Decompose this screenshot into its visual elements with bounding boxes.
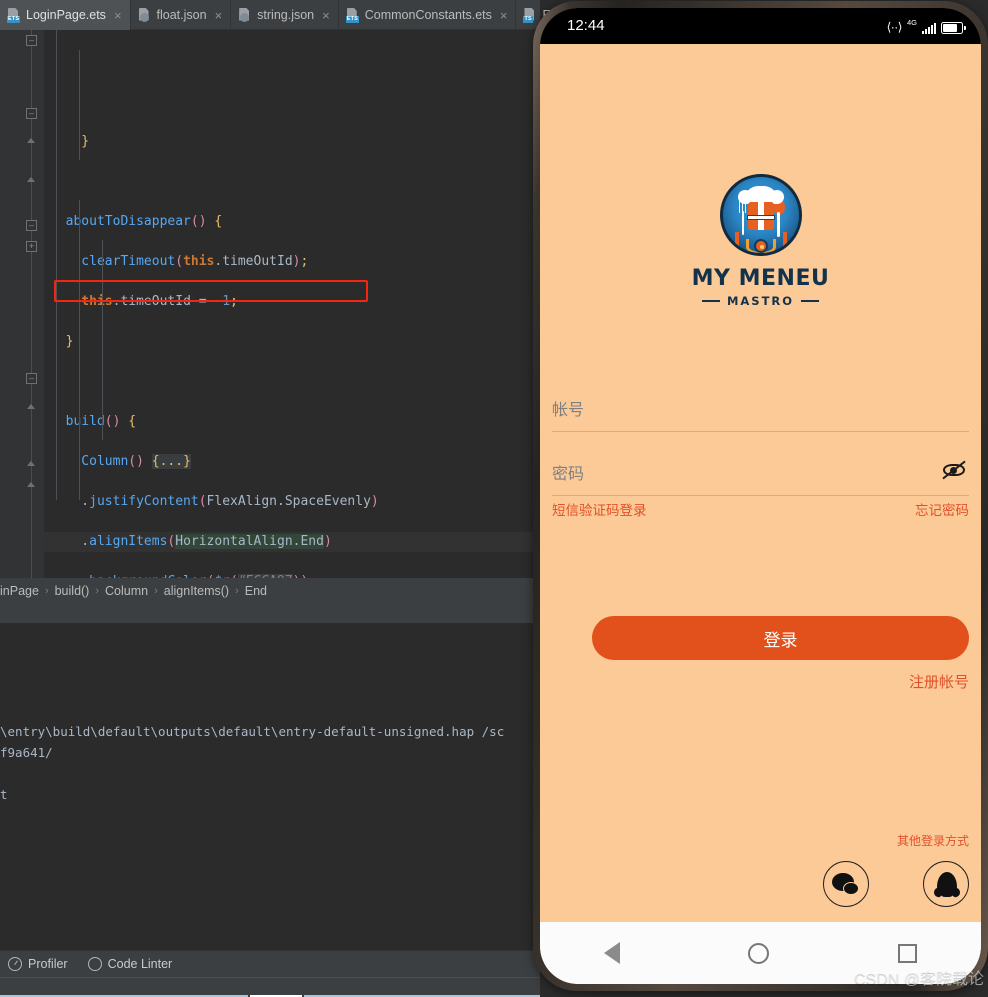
app-logo-subtitle: MASTRO [701, 294, 820, 308]
account-input[interactable]: 帐号 [552, 384, 969, 432]
password-input-placeholder: 密码 [552, 465, 585, 483]
fold-end-marker[interactable] [26, 401, 37, 412]
fork-icon [738, 201, 747, 235]
login-page: MY MENEU MASTRO 帐号 密码 短信验证码登录 忘记密码 登录 注册… [540, 44, 981, 944]
ide-status-bar: Profiler Code Linter [0, 950, 540, 997]
console-toolbar [0, 603, 540, 623]
profiler-icon [8, 956, 22, 971]
editor-tab-float-json[interactable]: float.json × [131, 0, 232, 30]
code-editor[interactable]: – – – + – } aboutToDisappear() { clearTi… [0, 30, 540, 578]
status-time: 12:44 [567, 17, 605, 34]
breadcrumb-item-alignitems[interactable]: alignItems() [164, 584, 229, 598]
phone-frame: 12:44 ⟨··⟩ 4G MY MENEU MASTRO 帐号 密码 短信验证… [533, 1, 988, 991]
password-input[interactable]: 密码 [552, 448, 969, 496]
close-icon[interactable]: × [215, 8, 223, 23]
status-item-profiler[interactable]: Profiler [8, 956, 68, 971]
login-button[interactable]: 登录 [592, 616, 969, 660]
auth-links-row: 短信验证码登录 忘记密码 [552, 499, 969, 519]
editor-tab-label: CommonConstants.ets [364, 8, 492, 22]
device-preview: 12:44 ⟨··⟩ 4G MY MENEU MASTRO 帐号 密码 短信验证… [533, 0, 988, 997]
code-linter-icon [87, 956, 102, 971]
circle-home-icon[interactable] [748, 942, 770, 964]
fold-marker[interactable]: – [26, 373, 37, 384]
app-logo-title: MY MENEU [691, 266, 830, 291]
status-item-code-linter[interactable]: Code Linter [87, 956, 173, 971]
ets-file-icon: ETS [7, 7, 21, 23]
breadcrumb-item-column[interactable]: Column [105, 584, 148, 598]
wechat-login-button[interactable] [823, 861, 869, 907]
chef-logo-icon [719, 174, 802, 256]
app-logo-subtitle-text: MASTRO [726, 294, 795, 308]
fold-marker[interactable]: – [26, 108, 37, 119]
fold-end-marker[interactable] [26, 135, 37, 146]
json-file-icon [238, 7, 251, 23]
phone-status-bar: 12:44 ⟨··⟩ 4G [540, 8, 981, 44]
console-line: \entry\build\default\outputs\default\ent… [0, 724, 505, 739]
editor-tab-commonconstants[interactable]: ETS CommonConstants.ets × [339, 0, 517, 30]
fold-marker[interactable]: – [26, 35, 37, 46]
breadcrumb-item-end[interactable]: End [245, 584, 267, 598]
code-text: } aboutToDisappear() { clearTimeout(this… [44, 30, 540, 578]
ide-window: ETS LoginPage.ets × float.json × string.… [0, 0, 571, 997]
breadcrumb: inPage › build() › Column › alignItems()… [0, 578, 540, 603]
breadcrumb-item-inpage[interactable]: inPage [0, 584, 39, 598]
chevron-right-icon: › [44, 584, 49, 597]
chevron-right-icon: › [95, 584, 100, 597]
fold-end-marker[interactable] [26, 174, 37, 185]
ets-file-icon: ETS [345, 7, 360, 23]
screenshot-root: ETS LoginPage.ets × float.json × string.… [0, 0, 988, 997]
fold-marker[interactable]: – [26, 220, 37, 231]
fold-end-marker[interactable] [26, 479, 37, 490]
network-label: 4G [906, 18, 917, 27]
console-line: f9a641/ [0, 745, 53, 760]
status-icons: ⟨··⟩ 4G [886, 18, 966, 34]
triangle-back-icon[interactable] [604, 942, 621, 964]
app-logo: MY MENEU MASTRO [540, 174, 981, 308]
breadcrumb-item-build[interactable]: build() [55, 584, 90, 598]
sms-login-link[interactable]: 短信验证码登录 [552, 499, 647, 519]
chevron-right-icon: › [154, 584, 158, 597]
watermark: CSDN @客院载论 [853, 971, 984, 988]
editor-tab-label: string.json [257, 8, 315, 22]
ide-status-subbar [0, 977, 540, 997]
qq-login-button[interactable] [923, 861, 969, 907]
square-recents-icon[interactable] [897, 943, 917, 963]
close-icon[interactable]: × [500, 8, 508, 23]
register-link[interactable]: 注册帐号 [909, 671, 969, 692]
close-icon[interactable]: × [114, 8, 122, 23]
editor-tab-loginpage[interactable]: ETS LoginPage.ets × [0, 0, 131, 30]
console-line: t [0, 787, 8, 802]
chevron-right-icon: › [235, 584, 239, 597]
phone-screen: 12:44 ⟨··⟩ 4G MY MENEU MASTRO 帐号 密码 短信验证… [540, 8, 981, 984]
editor-tab-label: LoginPage.ets [26, 8, 106, 22]
signal-bars-icon [922, 23, 936, 34]
console-panel[interactable]: \entry\build\default\outputs\default\ent… [0, 603, 540, 950]
editor-tab-bar: ETS LoginPage.ets × float.json × string.… [0, 0, 571, 30]
phone-screen-bezel: 12:44 ⟨··⟩ 4G MY MENEU MASTRO 帐号 密码 短信验证… [540, 8, 981, 984]
editor-gutter: – – – + – [0, 30, 44, 578]
eye-off-icon[interactable] [941, 459, 967, 481]
forgot-password-link[interactable]: 忘记密码 [915, 499, 969, 519]
fold-expand-marker[interactable]: + [26, 241, 37, 252]
editor-tab-string-json[interactable]: string.json × [231, 0, 339, 30]
status-item-label: Code Linter [107, 956, 173, 971]
data-transfer-icon: ⟨··⟩ [886, 20, 903, 34]
close-icon[interactable]: × [322, 8, 330, 23]
json-file-icon [138, 7, 151, 23]
qq-icon [937, 872, 957, 897]
battery-icon [941, 22, 966, 34]
fold-end-marker[interactable] [26, 458, 37, 469]
social-login-row [823, 861, 969, 907]
editor-tab-label: float.json [156, 8, 207, 22]
status-item-label: Profiler [28, 956, 68, 971]
account-input-placeholder: 帐号 [552, 401, 585, 419]
console-output: \entry\build\default\outputs\default\ent… [0, 721, 540, 805]
other-login-label: 其他登录方式 [896, 834, 969, 848]
